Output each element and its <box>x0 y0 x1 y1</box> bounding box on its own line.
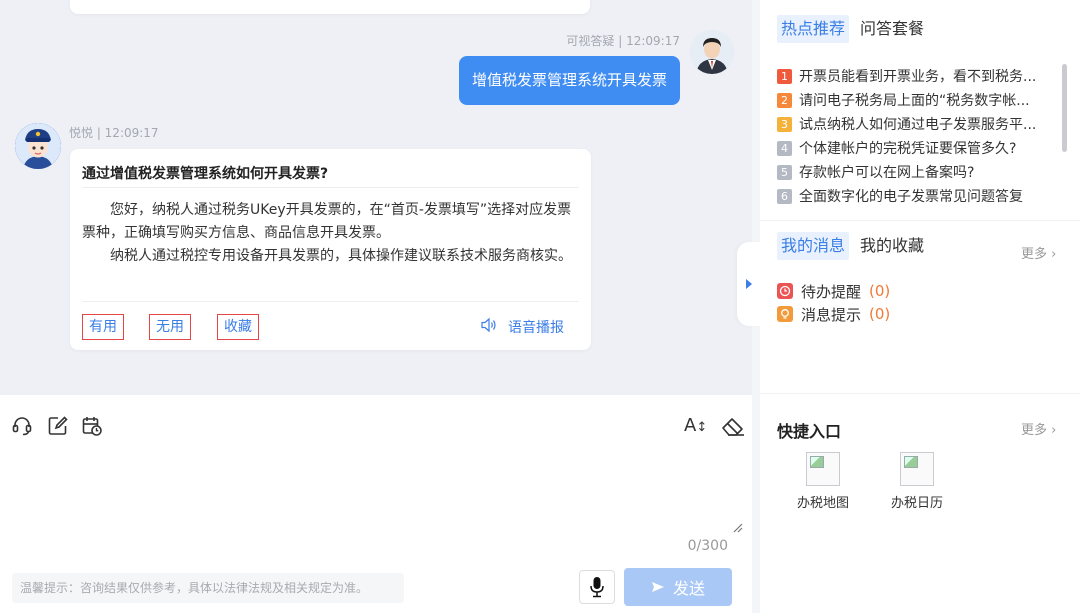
rank-badge: 4 <box>777 140 792 156</box>
useful-button[interactable]: 有用 <box>82 314 124 340</box>
answer-body: 您好，纳税人通过税务UKey开具发票的，在“首页-发票填写”选择对应发票票种，正… <box>82 199 580 268</box>
bot-avatar <box>15 123 61 169</box>
tab-my-favorites[interactable]: 我的收藏 <box>860 232 924 260</box>
favorite-button[interactable]: 收藏 <box>217 314 259 340</box>
rank-badge: 5 <box>777 164 792 180</box>
quick-more-link[interactable]: 更多 › <box>1021 419 1056 438</box>
bot-message-meta: 悦悦 | 12:09:17 <box>69 126 159 140</box>
hot-item[interactable]: 5 存款帐户可以在网上备案吗? <box>777 160 1062 184</box>
todo-reminder[interactable]: 待办提醒 (0) <box>777 280 890 302</box>
hot-item[interactable]: 4 个体建帐户的完税凭证要保管多久? <box>777 136 1062 160</box>
quick-entry-label: 办税地图 <box>796 496 849 511</box>
notice-count: (0) <box>869 305 891 323</box>
messages-more-link[interactable]: 更多 › <box>1021 243 1056 262</box>
rank-badge: 3 <box>777 116 792 132</box>
microphone-icon <box>590 577 604 598</box>
divider <box>82 301 579 302</box>
rank-badge: 6 <box>777 188 792 204</box>
disclaimer-tip: 温馨提示：咨询结果仅供参考，具体以法律法规及相关规定为准。 <box>12 573 404 603</box>
tax-map-icon <box>806 452 840 486</box>
tax-calendar-icon <box>900 452 934 486</box>
bot-answer-card: 通过增值税发票管理系统如何开具发票? 您好，纳税人通过税务UKey开具发票的，在… <box>70 149 591 350</box>
quick-entry-tax-map[interactable]: 办税地图 <box>788 452 858 511</box>
chat-area: 可视答疑 | 12:09:17 增值税发票管理系统开具发票 悦悦 | 12:09… <box>0 0 752 395</box>
hot-item-text: 开票员能看到开票业务，看不到税务... <box>799 69 1037 85</box>
previous-message-card <box>70 0 590 14</box>
bulb-icon <box>777 306 793 322</box>
hot-item[interactable]: 2 请问电子税务局上面的“税务数字帐... <box>777 88 1062 112</box>
answer-paragraph: 纳税人通过税控专用设备开具发票的，具体操作建议联系技术服务商核实。 <box>110 248 572 264</box>
message-input-area[interactable]: A↕ 0/300 温馨提示：咨询结果仅供参考，具体以法律法规及相关规定为准。 发… <box>0 395 752 613</box>
send-icon <box>651 578 665 597</box>
user-avatar <box>690 30 734 74</box>
hot-item-text: 试点纳税人如何通过电子发票服务平... <box>799 117 1037 133</box>
user-message-bubble: 增值税发票管理系统开具发票 <box>458 56 680 105</box>
message-notice[interactable]: 消息提示 (0) <box>777 303 890 325</box>
notice-label: 消息提示 <box>801 305 862 324</box>
font-size-icon: A <box>684 415 697 436</box>
font-size-tool[interactable]: A↕ <box>684 415 710 437</box>
voice-broadcast-button[interactable]: 语音播报 <box>480 317 564 337</box>
right-sidebar: 热点推荐 问答套餐 1 开票员能看到开票业务，看不到税务... 2 请问电子税务… <box>760 0 1080 613</box>
microphone-button[interactable] <box>579 570 615 604</box>
hot-item[interactable]: 3 试点纳税人如何通过电子发票服务平... <box>777 112 1062 136</box>
calendar-clock-icon[interactable] <box>81 415 103 437</box>
divider <box>82 187 579 188</box>
quick-entry-label: 办税日历 <box>890 496 943 511</box>
edit-icon[interactable] <box>47 415 69 437</box>
hot-item[interactable]: 6 全面数字化的电子发票常见问题答复 <box>777 184 1062 208</box>
sidebar-collapse-toggle[interactable] <box>737 242 761 326</box>
answer-title: 通过增值税发票管理系统如何开具发票? <box>82 166 329 182</box>
sidebar-section-divider <box>760 220 1080 221</box>
clock-icon <box>777 283 793 299</box>
sidebar-section-divider <box>760 393 1080 394</box>
hot-question-list: 1 开票员能看到开票业务，看不到税务... 2 请问电子税务局上面的“税务数字帐… <box>777 64 1062 214</box>
quick-entry-tax-calendar[interactable]: 办税日历 <box>882 452 952 511</box>
todo-count: (0) <box>869 282 891 300</box>
rank-badge: 2 <box>777 92 792 108</box>
hot-item[interactable]: 1 开票员能看到开票业务，看不到税务... <box>777 64 1062 88</box>
speaker-icon <box>480 317 498 337</box>
todo-label: 待办提醒 <box>801 282 862 301</box>
useless-button[interactable]: 无用 <box>149 314 191 340</box>
user-message-meta: 可视答疑 | 12:09:17 <box>566 34 680 48</box>
send-label: 发送 <box>672 579 705 598</box>
tab-hot-recommend[interactable]: 热点推荐 <box>777 15 850 43</box>
hot-item-text: 个体建帐户的完税凭证要保管多久? <box>799 141 1017 157</box>
triangle-right-icon <box>746 279 752 289</box>
hot-item-text: 全面数字化的电子发票常见问题答复 <box>799 189 1023 205</box>
rank-badge: 1 <box>777 68 792 84</box>
eraser-icon[interactable] <box>720 415 746 437</box>
character-counter: 0/300 <box>687 538 728 554</box>
quick-entry-title: 快捷入口 <box>777 422 842 441</box>
send-button[interactable]: 发送 <box>624 568 732 606</box>
hot-item-text: 存款帐户可以在网上备案吗? <box>799 165 975 181</box>
tab-qa-package[interactable]: 问答套餐 <box>860 15 924 43</box>
voice-label: 语音播报 <box>508 320 564 336</box>
tab-my-messages[interactable]: 我的消息 <box>777 232 850 260</box>
hot-list-scrollbar[interactable] <box>1062 64 1067 152</box>
textarea-resize-handle[interactable] <box>732 519 744 533</box>
hot-item-text: 请问电子税务局上面的“税务数字帐... <box>799 93 1030 109</box>
customer-service-icon[interactable] <box>11 415 33 437</box>
answer-paragraph: 您好，纳税人通过税务UKey开具发票的，在“首页-发票填写”选择对应发票票种，正… <box>82 202 572 241</box>
